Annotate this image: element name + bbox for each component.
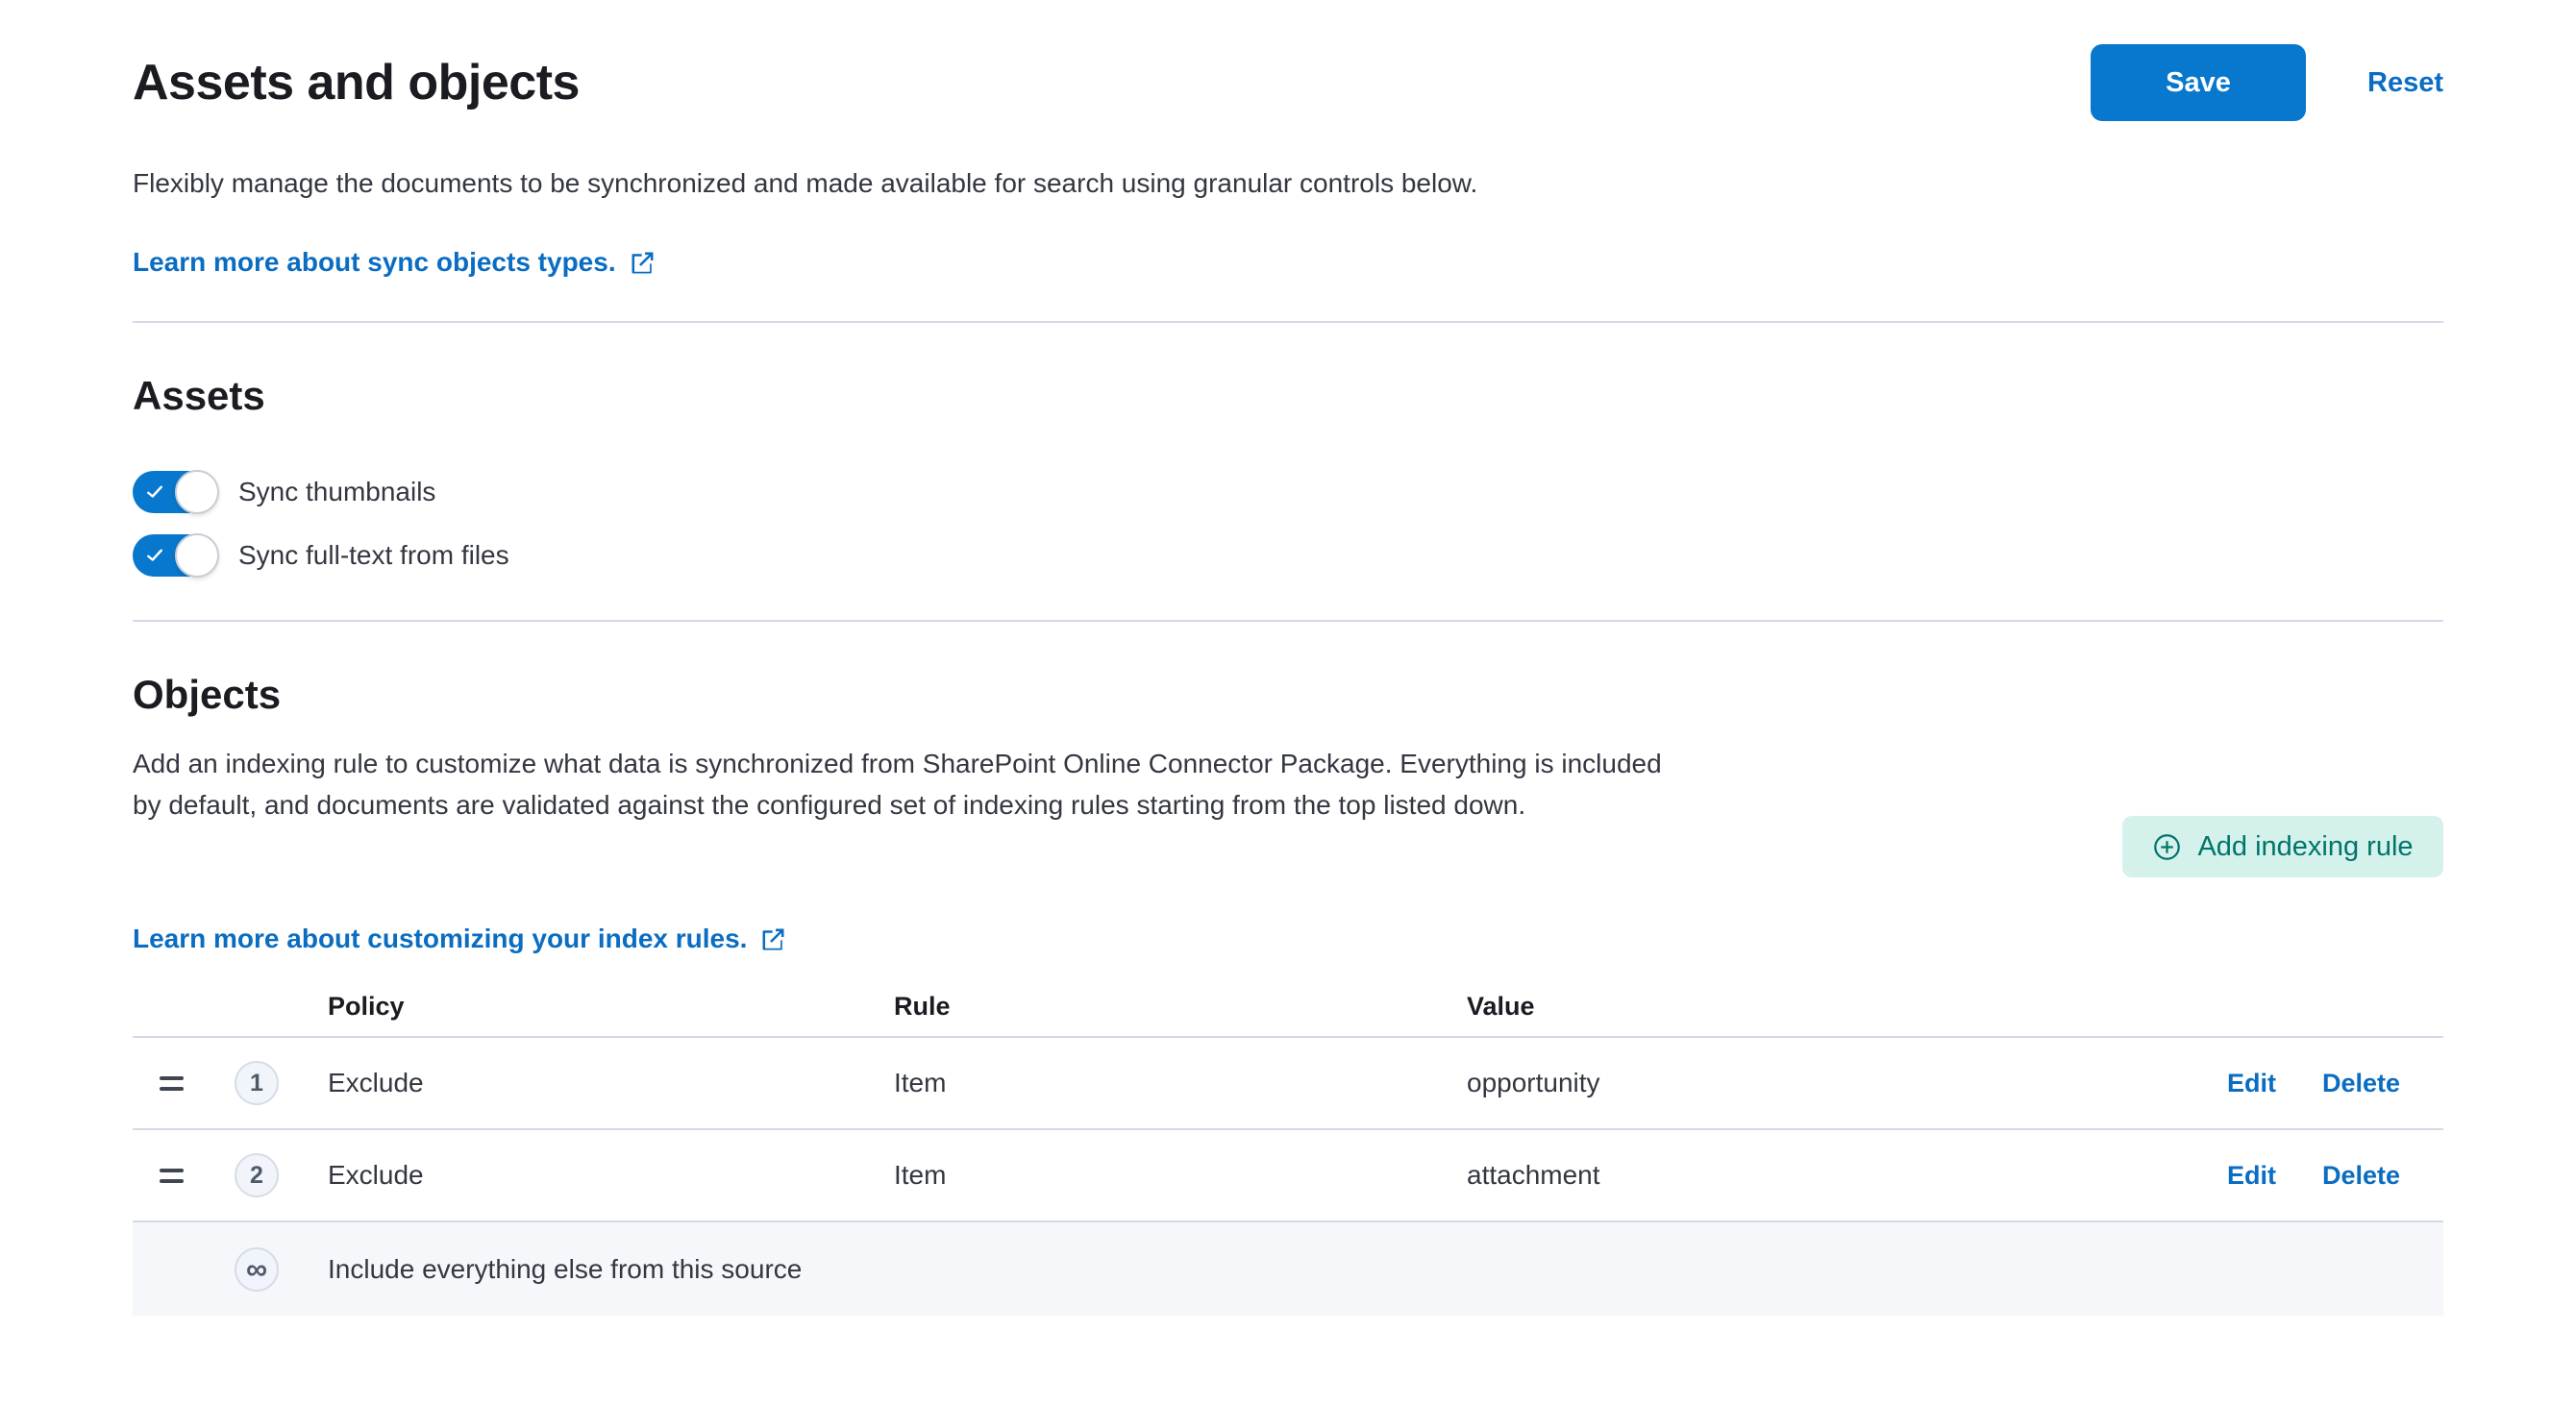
- external-link-icon: [630, 250, 656, 276]
- delete-rule-link[interactable]: Delete: [2322, 1069, 2400, 1098]
- learn-more-rules-label: Learn more about customizing your index …: [133, 924, 747, 954]
- page-description: Flexibly manage the documents to be sync…: [133, 167, 2443, 199]
- rule-order-badge: 2: [235, 1153, 279, 1197]
- header-actions: Save Reset: [2091, 44, 2443, 121]
- objects-heading: Objects: [133, 672, 2443, 718]
- section-divider: [133, 620, 2443, 622]
- drag-handle-icon[interactable]: [160, 1076, 184, 1091]
- toggle-thumb: [175, 533, 219, 578]
- include-everything-row: ∞ Include everything else from this sour…: [133, 1222, 2443, 1316]
- drag-handle-icon[interactable]: [160, 1169, 184, 1183]
- sync-thumbnails-label: Sync thumbnails: [238, 477, 435, 507]
- objects-description: Add an indexing rule to customize what d…: [133, 743, 1695, 877]
- learn-more-sync-label: Learn more about sync objects types.: [133, 247, 616, 278]
- save-button[interactable]: Save: [2091, 44, 2306, 121]
- check-icon: [143, 544, 166, 567]
- include-everything-label: Include everything else from this source: [328, 1254, 2443, 1285]
- table-row: 1 Exclude Item opportunity Edit Delete: [133, 1038, 2443, 1130]
- toggle-thumb: [175, 470, 219, 514]
- plus-in-circle-icon: [2152, 832, 2182, 862]
- delete-rule-link[interactable]: Delete: [2322, 1161, 2400, 1191]
- settings-panel: Assets and objects Save Reset Flexibly m…: [133, 0, 2443, 1316]
- check-icon: [143, 481, 166, 504]
- column-header-policy: Policy: [328, 991, 894, 1023]
- reset-button[interactable]: Reset: [2367, 67, 2443, 99]
- section-divider: [133, 321, 2443, 323]
- sync-fulltext-row: Sync full-text from files: [133, 534, 2443, 577]
- objects-intro: Add an indexing rule to customize what d…: [133, 743, 2443, 877]
- edit-rule-link[interactable]: Edit: [2227, 1161, 2276, 1191]
- external-link-icon: [760, 926, 786, 952]
- rule-cell: Item: [894, 1068, 1467, 1098]
- infinity-badge: ∞: [235, 1247, 279, 1292]
- value-cell: attachment: [1467, 1160, 2242, 1191]
- add-indexing-rule-label: Add indexing rule: [2197, 831, 2413, 863]
- table-row: 2 Exclude Item attachment Edit Delete: [133, 1130, 2443, 1222]
- policy-cell: Exclude: [328, 1068, 894, 1098]
- column-header-value: Value: [1467, 991, 2242, 1023]
- assets-heading: Assets: [133, 373, 2443, 419]
- edit-rule-link[interactable]: Edit: [2227, 1069, 2276, 1098]
- table-header-row: Policy Rule Value: [133, 991, 2443, 1038]
- value-cell: opportunity: [1467, 1068, 2242, 1098]
- sync-fulltext-toggle[interactable]: [133, 534, 217, 577]
- rule-order-badge: 1: [235, 1061, 279, 1105]
- page-title: Assets and objects: [133, 44, 580, 121]
- sync-thumbnails-toggle[interactable]: [133, 471, 217, 513]
- page-header: Assets and objects Save Reset: [133, 44, 2443, 121]
- sync-thumbnails-row: Sync thumbnails: [133, 471, 2443, 513]
- learn-more-rules-link[interactable]: Learn more about customizing your index …: [133, 924, 786, 954]
- column-header-rule: Rule: [894, 991, 1467, 1023]
- sync-fulltext-label: Sync full-text from files: [238, 540, 509, 571]
- indexing-rules-table: Policy Rule Value 1 Exclude Item opportu…: [133, 991, 2443, 1316]
- rule-cell: Item: [894, 1160, 1467, 1191]
- learn-more-sync-link[interactable]: Learn more about sync objects types.: [133, 247, 656, 278]
- add-rule-wrap: Add indexing rule: [2122, 816, 2443, 877]
- add-indexing-rule-button[interactable]: Add indexing rule: [2122, 816, 2443, 877]
- policy-cell: Exclude: [328, 1160, 894, 1191]
